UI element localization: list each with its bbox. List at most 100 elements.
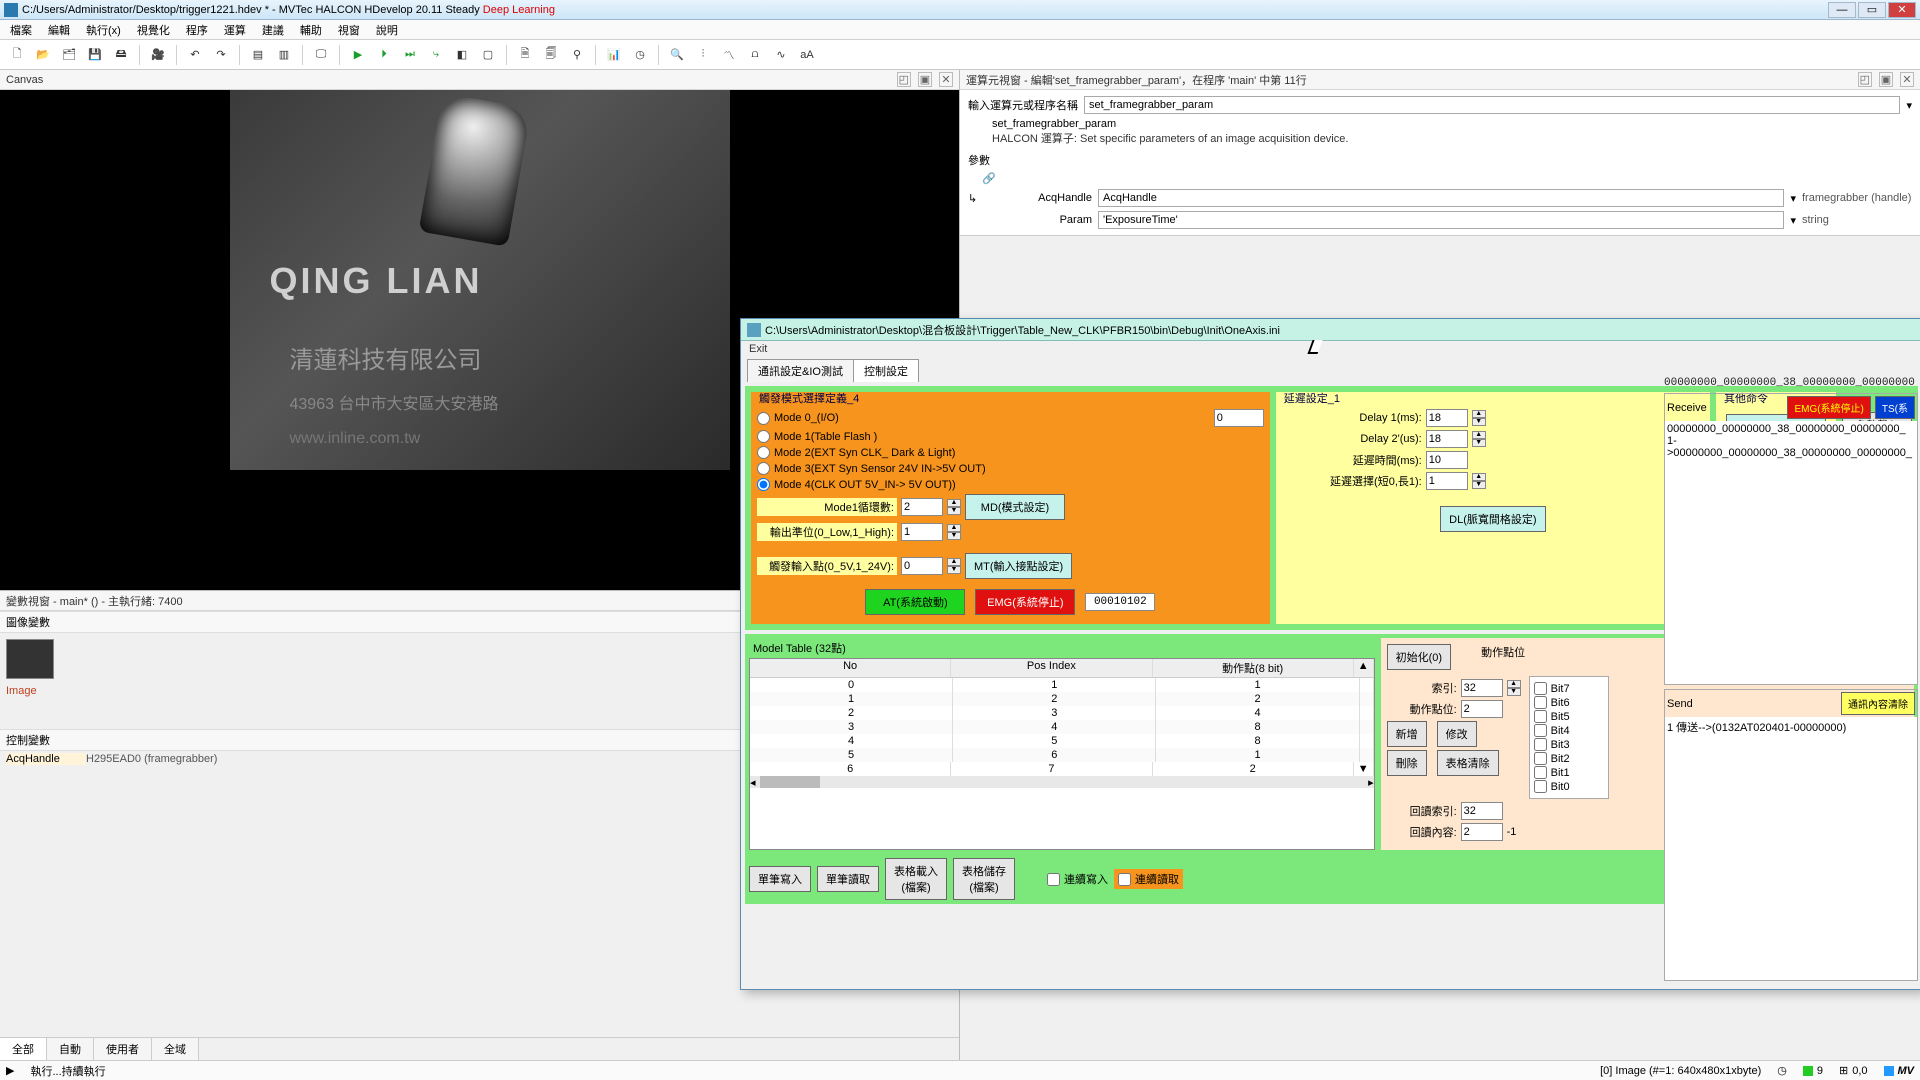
menu-procedures[interactable]: 程序 [178,20,216,39]
table-save-button[interactable]: 表格儲存 (檔案) [953,858,1015,900]
param0-input[interactable] [1098,189,1784,207]
menu-help[interactable]: 說明 [368,20,406,39]
cycle-spinner[interactable]: ▲▼ [947,499,961,515]
menu-edit[interactable]: 編輯 [40,20,78,39]
bit1-checkbox[interactable] [1534,766,1547,779]
chart2-icon[interactable]: 〽 [718,44,740,66]
send-list[interactable]: 1 傳送-->(0132AT020401-00000000) [1665,717,1917,980]
menu-suggestions[interactable]: 建議 [254,20,292,39]
tab-all[interactable]: 全部 [0,1038,47,1060]
undo-icon[interactable]: ↶ [184,44,206,66]
camera-icon[interactable]: 🎥 [147,44,169,66]
recv-ts-button[interactable]: TS(系 [1875,396,1915,419]
pin-icon[interactable]: ◰ [897,72,911,87]
stepover-icon[interactable]: ⏭ [399,44,421,66]
tab-user[interactable]: 使用者 [94,1038,152,1060]
chart4-icon[interactable]: ∿ [770,44,792,66]
bit7-checkbox[interactable] [1534,682,1547,695]
dropdown3-icon[interactable]: ▾ [1790,214,1796,227]
bit2-checkbox[interactable] [1534,752,1547,765]
mode3-radio[interactable] [757,462,770,475]
mode4-radio[interactable] [757,478,770,491]
delay2-input[interactable] [1426,430,1468,448]
minimize-button[interactable]: — [1828,2,1856,18]
readback-content[interactable] [1461,823,1503,841]
save-icon[interactable]: 💾 [84,44,106,66]
chart1-icon[interactable]: ⫶ [692,44,714,66]
doc1-icon[interactable]: ▤ [247,44,269,66]
md-button[interactable]: MD(模式設定) [965,494,1065,520]
scan-icon[interactable]: 🗂 [58,44,80,66]
text-icon[interactable]: aA [796,44,818,66]
delaytime-input[interactable] [1426,451,1468,469]
menu-run[interactable]: 執行(x) [78,20,129,39]
table-load-button[interactable]: 表格載入 (檔案) [885,858,947,900]
clear-table-button[interactable]: 表格清除 [1437,750,1499,776]
tab-global[interactable]: 全域 [152,1038,199,1060]
tab-comm-io[interactable]: 通訊設定&IO測試 [747,359,854,382]
readback-index[interactable] [1461,802,1503,820]
recv-emg-button[interactable]: EMG(系統停止) [1787,396,1870,419]
modify-button[interactable]: 修改 [1437,721,1477,747]
at-button[interactable]: AT(系統啟動) [865,589,965,615]
bit4-checkbox[interactable] [1534,724,1547,737]
close3-icon[interactable]: ✕ [1900,72,1914,87]
redo-icon[interactable]: ↷ [210,44,232,66]
comm-clear-button[interactable]: 通訊內容清除 [1841,692,1915,715]
single-read-button[interactable]: 單筆讀取 [817,866,879,892]
delete-button[interactable]: 刪除 [1387,750,1427,776]
cycle-input[interactable] [901,498,943,516]
param1-input[interactable] [1098,211,1784,229]
monitor-icon[interactable]: 🖵 [310,44,332,66]
pin3-icon[interactable]: ◰ [1858,72,1872,87]
dropdown-icon[interactable]: ▾ [1906,99,1912,112]
tab-auto[interactable]: 自動 [47,1038,94,1060]
link-icon[interactable]: 🔗 [982,172,1918,185]
menu-window[interactable]: 視窗 [330,20,368,39]
delay1-input[interactable] [1426,409,1468,427]
graph-icon[interactable]: 📊 [603,44,625,66]
mode2-radio[interactable] [757,446,770,459]
trigin-input[interactable] [901,557,943,575]
tab-control-settings[interactable]: 控制設定 [853,359,919,382]
menu-operators[interactable]: 運算 [216,20,254,39]
image-thumbnail[interactable] [6,639,54,679]
operator-name-input[interactable] [1084,96,1900,114]
trig-spinner[interactable]: ▲▼ [947,558,961,574]
cont-write-checkbox[interactable] [1047,873,1060,886]
close-button[interactable]: ✕ [1888,2,1916,18]
index-input[interactable] [1461,679,1503,697]
bit5-checkbox[interactable] [1534,710,1547,723]
menu-assist[interactable]: 輔助 [292,20,330,39]
bit3-checkbox[interactable] [1534,738,1547,751]
reset-icon[interactable]: ⚲ [566,44,588,66]
action-input[interactable] [1461,700,1503,718]
open-icon[interactable]: 📂 [32,44,54,66]
dl-button[interactable]: DL(脈寬間格設定) [1440,506,1545,532]
init-button[interactable]: 初始化(0) [1387,644,1451,670]
mode0-radio[interactable] [757,412,770,425]
cont-read-checkbox[interactable] [1118,873,1131,886]
add-button[interactable]: 新增 [1387,721,1427,747]
table-hscrollbar[interactable]: ◂▸ [750,776,1374,788]
saveall-icon[interactable]: 🖴 [110,44,132,66]
stop-icon[interactable]: ▢ [477,44,499,66]
menu-file[interactable]: 檔案 [2,20,40,39]
delaysel-input[interactable] [1426,472,1468,490]
outlevel-input[interactable] [901,523,943,541]
mode1-radio[interactable] [757,430,770,443]
chart3-icon[interactable]: ⩍ [744,44,766,66]
dropdown2-icon[interactable]: ▾ [1790,192,1796,205]
maximize-button[interactable]: ▭ [1858,2,1886,18]
proc-icon[interactable]: 🗎 [514,44,536,66]
timer-icon[interactable]: ◷ [629,44,651,66]
emg-button[interactable]: EMG(系統停止) [975,589,1075,615]
single-write-button[interactable]: 單筆寫入 [749,866,811,892]
breakpoint-icon[interactable]: ◧ [451,44,473,66]
search-icon[interactable]: 🔍 [666,44,688,66]
bit6-checkbox[interactable] [1534,696,1547,709]
code-icon[interactable]: 🗐 [540,44,562,66]
mode0-value[interactable] [1214,409,1264,427]
step-icon[interactable]: ⏵ [373,44,395,66]
panel-close-icon[interactable]: ✕ [939,72,953,87]
